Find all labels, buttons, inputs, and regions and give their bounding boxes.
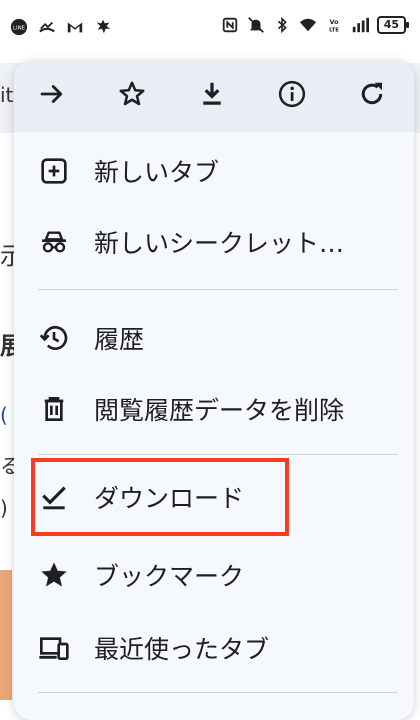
missed-call-icon [38,18,56,36]
menu-item-clear-browsing-data[interactable]: 閲覧履歴データを削除 [14,374,414,444]
volte-icon: Vo LTE [325,16,343,34]
menu-item-bookmarks[interactable]: ブックマーク [14,540,414,610]
wifi-icon [299,16,317,34]
menu-item-label: ブックマーク [94,562,245,591]
forward-icon [37,79,67,113]
download-icon [197,79,227,113]
info-icon [277,79,307,113]
download-page-button[interactable] [196,80,228,112]
background-text: it [0,83,14,107]
menu-divider [38,289,398,290]
menu-toolbar [14,60,414,132]
gmail-icon [66,18,84,36]
mute-icon [247,16,265,34]
nfc-icon [221,16,239,34]
signal-icon [351,16,369,34]
line-app-icon: LINE [10,18,28,36]
history-icon [36,320,72,356]
page-info-button[interactable] [276,80,308,112]
svg-text:LINE: LINE [13,25,26,31]
background-text: ) [0,496,8,520]
svg-text:LTE: LTE [329,27,339,33]
menu-item-recent-tabs[interactable]: 最近使ったタブ [14,613,414,683]
bookmark-button[interactable] [116,80,148,112]
menu-item-new-incognito-tab[interactable]: 新しいシークレット… [14,207,414,277]
background-link-text: ( [0,403,8,427]
battery-indicator: 45 [376,16,410,34]
status-bar: LINE Vo LTE 45 [0,0,420,58]
menu-item-label: 新しいシークレット… [94,229,345,258]
trash-icon [36,391,72,427]
highlight-box [31,458,289,536]
overflow-menu: 新しいタブ 新しいシークレット… 履歴 閲覧履歴データを削除 ダウンロード ブッ… [14,60,414,720]
menu-item-new-tab[interactable]: 新しいタブ [14,136,414,206]
new-tab-icon [36,153,72,189]
menu-divider [38,692,398,693]
refresh-icon [357,79,387,113]
gear-leaf-icon [94,18,112,36]
bookmark-star-icon [117,79,147,113]
svg-text:Vo: Vo [329,19,339,26]
bookmarks-star-icon [36,557,72,593]
menu-item-label: 履歴 [94,325,145,354]
refresh-button[interactable] [356,80,388,112]
incognito-icon [36,224,72,260]
recent-tabs-icon [36,630,72,666]
menu-item-label: 最近使ったタブ [94,635,270,664]
menu-item-label: 新しいタブ [94,158,220,187]
menu-divider [38,454,398,455]
background-image [0,570,12,700]
menu-item-label: 閲覧履歴データを削除 [94,396,345,425]
forward-button[interactable] [36,80,68,112]
menu-item-history[interactable]: 履歴 [14,303,414,373]
bluetooth-icon [273,16,291,34]
